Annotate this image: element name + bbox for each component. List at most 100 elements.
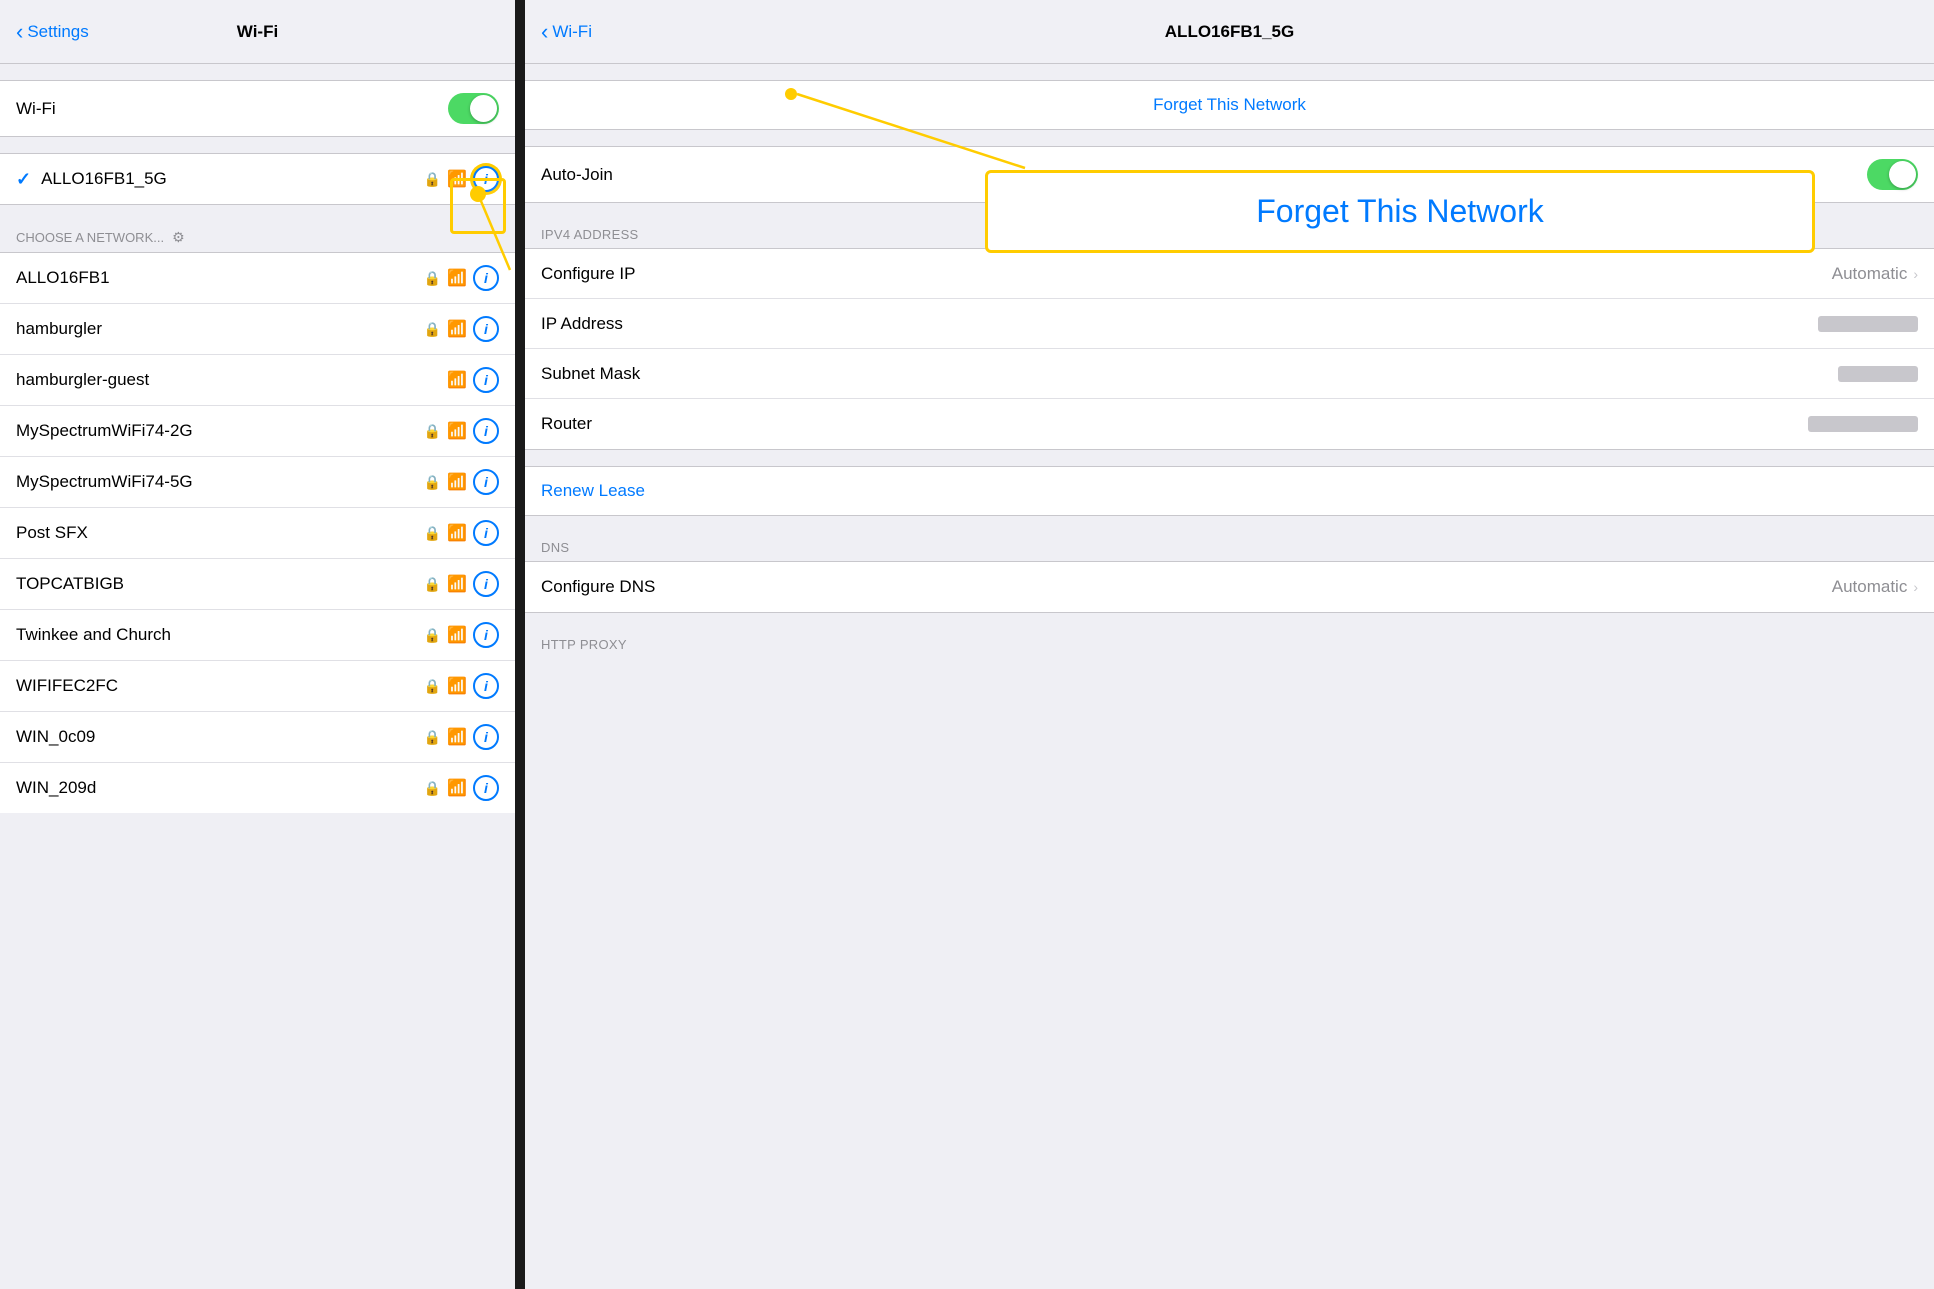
right-content: Forget This Network Auto-Join IPV4 ADDRE… (525, 64, 1934, 1289)
icons-4: 🔒 📶 i (424, 469, 499, 495)
auto-join-toggle[interactable] (1867, 159, 1918, 190)
auto-join-label: Auto-Join (541, 165, 1867, 185)
connected-network-name: ALLO16FB1_5G (41, 169, 424, 189)
wifi-icon: 📶 (447, 676, 467, 696)
lock-icon: 🔒 (424, 423, 441, 440)
toggle-knob (470, 95, 497, 122)
wifi-icon: 📶 (447, 319, 467, 339)
info-button-0[interactable]: i (473, 265, 499, 291)
chevron-right-icon: › (1913, 266, 1918, 282)
info-icon: i (484, 729, 488, 745)
lock-icon: 🔒 (424, 627, 441, 644)
router-blurred (1808, 416, 1918, 432)
choose-network-header: CHOOSE A NETWORK... ⚙ (0, 221, 515, 252)
wifi-toggle-section: Wi-Fi (0, 80, 515, 137)
connected-info-button[interactable]: i (473, 166, 499, 192)
configure-ip-label: Configure IP (541, 264, 1832, 284)
wifi-icon: 📶 (447, 574, 467, 594)
right-panel: ‹ Wi-Fi ALLO16FB1_5G Forget This Network… (525, 0, 1934, 1289)
networks-section: ALLO16FB1 🔒 📶 i hamburgler 🔒 📶 i (0, 252, 515, 813)
lock-icon: 🔒 (424, 678, 441, 695)
icons-1: 🔒 📶 i (424, 316, 499, 342)
configure-dns-label: Configure DNS (541, 577, 1832, 597)
list-item[interactable]: MySpectrumWiFi74-2G 🔒 📶 i (0, 406, 515, 457)
dns-header: DNS (525, 532, 1934, 561)
lock-icon: 🔒 (424, 321, 441, 338)
auto-join-knob (1889, 161, 1916, 188)
info-icon: i (484, 171, 488, 187)
list-item[interactable]: TOPCATBIGB 🔒 📶 i (0, 559, 515, 610)
info-icon: i (484, 525, 488, 541)
router-row: Router (525, 399, 1934, 449)
info-button-4[interactable]: i (473, 469, 499, 495)
auto-join-section: Auto-Join (525, 146, 1934, 203)
left-nav-title: Wi-Fi (237, 22, 278, 42)
list-item[interactable]: hamburgler 🔒 📶 i (0, 304, 515, 355)
renew-lease-row[interactable]: Renew Lease (525, 467, 1934, 515)
wifi-icon: 📶 (447, 727, 467, 747)
info-icon: i (484, 678, 488, 694)
info-icon: i (484, 372, 488, 388)
info-button-8[interactable]: i (473, 673, 499, 699)
info-button-9[interactable]: i (473, 724, 499, 750)
connected-network-icons: 🔒 📶 i (424, 166, 499, 192)
list-item[interactable]: hamburgler-guest 📶 i (0, 355, 515, 406)
configure-dns-row[interactable]: Configure DNS Automatic › (525, 562, 1934, 612)
network-name-7: Twinkee and Church (16, 625, 424, 645)
ip-address-blurred (1818, 316, 1918, 332)
info-icon: i (484, 780, 488, 796)
settings-back-button[interactable]: ‹ Settings (16, 19, 89, 45)
list-item[interactable]: Twinkee and Church 🔒 📶 i (0, 610, 515, 661)
list-item[interactable]: MySpectrumWiFi74-5G 🔒 📶 i (0, 457, 515, 508)
wifi-back-button[interactable]: ‹ Wi-Fi (541, 19, 592, 45)
panel-divider (515, 0, 525, 1289)
wifi-toggle[interactable] (448, 93, 499, 124)
right-nav-bar: ‹ Wi-Fi ALLO16FB1_5G (525, 0, 1934, 64)
lock-icon: 🔒 (424, 525, 441, 542)
network-name-8: WIFIFEC2FC (16, 676, 424, 696)
info-icon: i (484, 270, 488, 286)
lock-icon: 🔒 (424, 474, 441, 491)
forget-network-row[interactable]: Forget This Network (525, 81, 1934, 129)
choose-label: CHOOSE A NETWORK... (16, 230, 164, 245)
icons-5: 🔒 📶 i (424, 520, 499, 546)
network-name-5: Post SFX (16, 523, 424, 543)
lock-icon: 🔒 (424, 576, 441, 593)
left-nav-bar: ‹ Settings Wi-Fi (0, 0, 515, 64)
info-button-5[interactable]: i (473, 520, 499, 546)
lock-icon: 🔒 (424, 780, 441, 797)
info-icon: i (484, 474, 488, 490)
connected-network-row[interactable]: ✓ ALLO16FB1_5G 🔒 📶 i (0, 154, 515, 204)
icons-10: 🔒 📶 i (424, 775, 499, 801)
chevron-right-icon: › (1913, 579, 1918, 595)
configure-ip-value: Automatic (1832, 264, 1908, 284)
left-section-list: Wi-Fi ✓ ALLO16FB1_5G 🔒 📶 i (0, 64, 515, 1289)
icons-7: 🔒 📶 i (424, 622, 499, 648)
wifi-icon: 📶 (447, 472, 467, 492)
chevron-left-icon: ‹ (541, 19, 548, 45)
lock-icon: 🔒 (424, 729, 441, 746)
http-proxy-header: HTTP PROXY (525, 629, 1934, 658)
network-name-2: hamburgler-guest (16, 370, 447, 390)
right-nav-title: ALLO16FB1_5G (1165, 22, 1294, 42)
info-button-1[interactable]: i (473, 316, 499, 342)
network-name-1: hamburgler (16, 319, 424, 339)
list-item[interactable]: ALLO16FB1 🔒 📶 i (0, 253, 515, 304)
info-button-3[interactable]: i (473, 418, 499, 444)
icons-3: 🔒 📶 i (424, 418, 499, 444)
ipv4-section: Configure IP Automatic › IP Address Subn… (525, 248, 1934, 450)
list-item[interactable]: WIN_209d 🔒 📶 i (0, 763, 515, 813)
wifi-icon: 📶 (447, 268, 467, 288)
wifi-icon: 📶 (447, 421, 467, 441)
info-button-10[interactable]: i (473, 775, 499, 801)
list-item[interactable]: WIN_0c09 🔒 📶 i (0, 712, 515, 763)
icons-9: 🔒 📶 i (424, 724, 499, 750)
wifi-icon: 📶 (447, 523, 467, 543)
list-item[interactable]: WIFIFEC2FC 🔒 📶 i (0, 661, 515, 712)
info-button-6[interactable]: i (473, 571, 499, 597)
configure-ip-row[interactable]: Configure IP Automatic › (525, 249, 1934, 299)
info-button-7[interactable]: i (473, 622, 499, 648)
info-button-2[interactable]: i (473, 367, 499, 393)
list-item[interactable]: Post SFX 🔒 📶 i (0, 508, 515, 559)
subnet-mask-blurred (1838, 366, 1918, 382)
